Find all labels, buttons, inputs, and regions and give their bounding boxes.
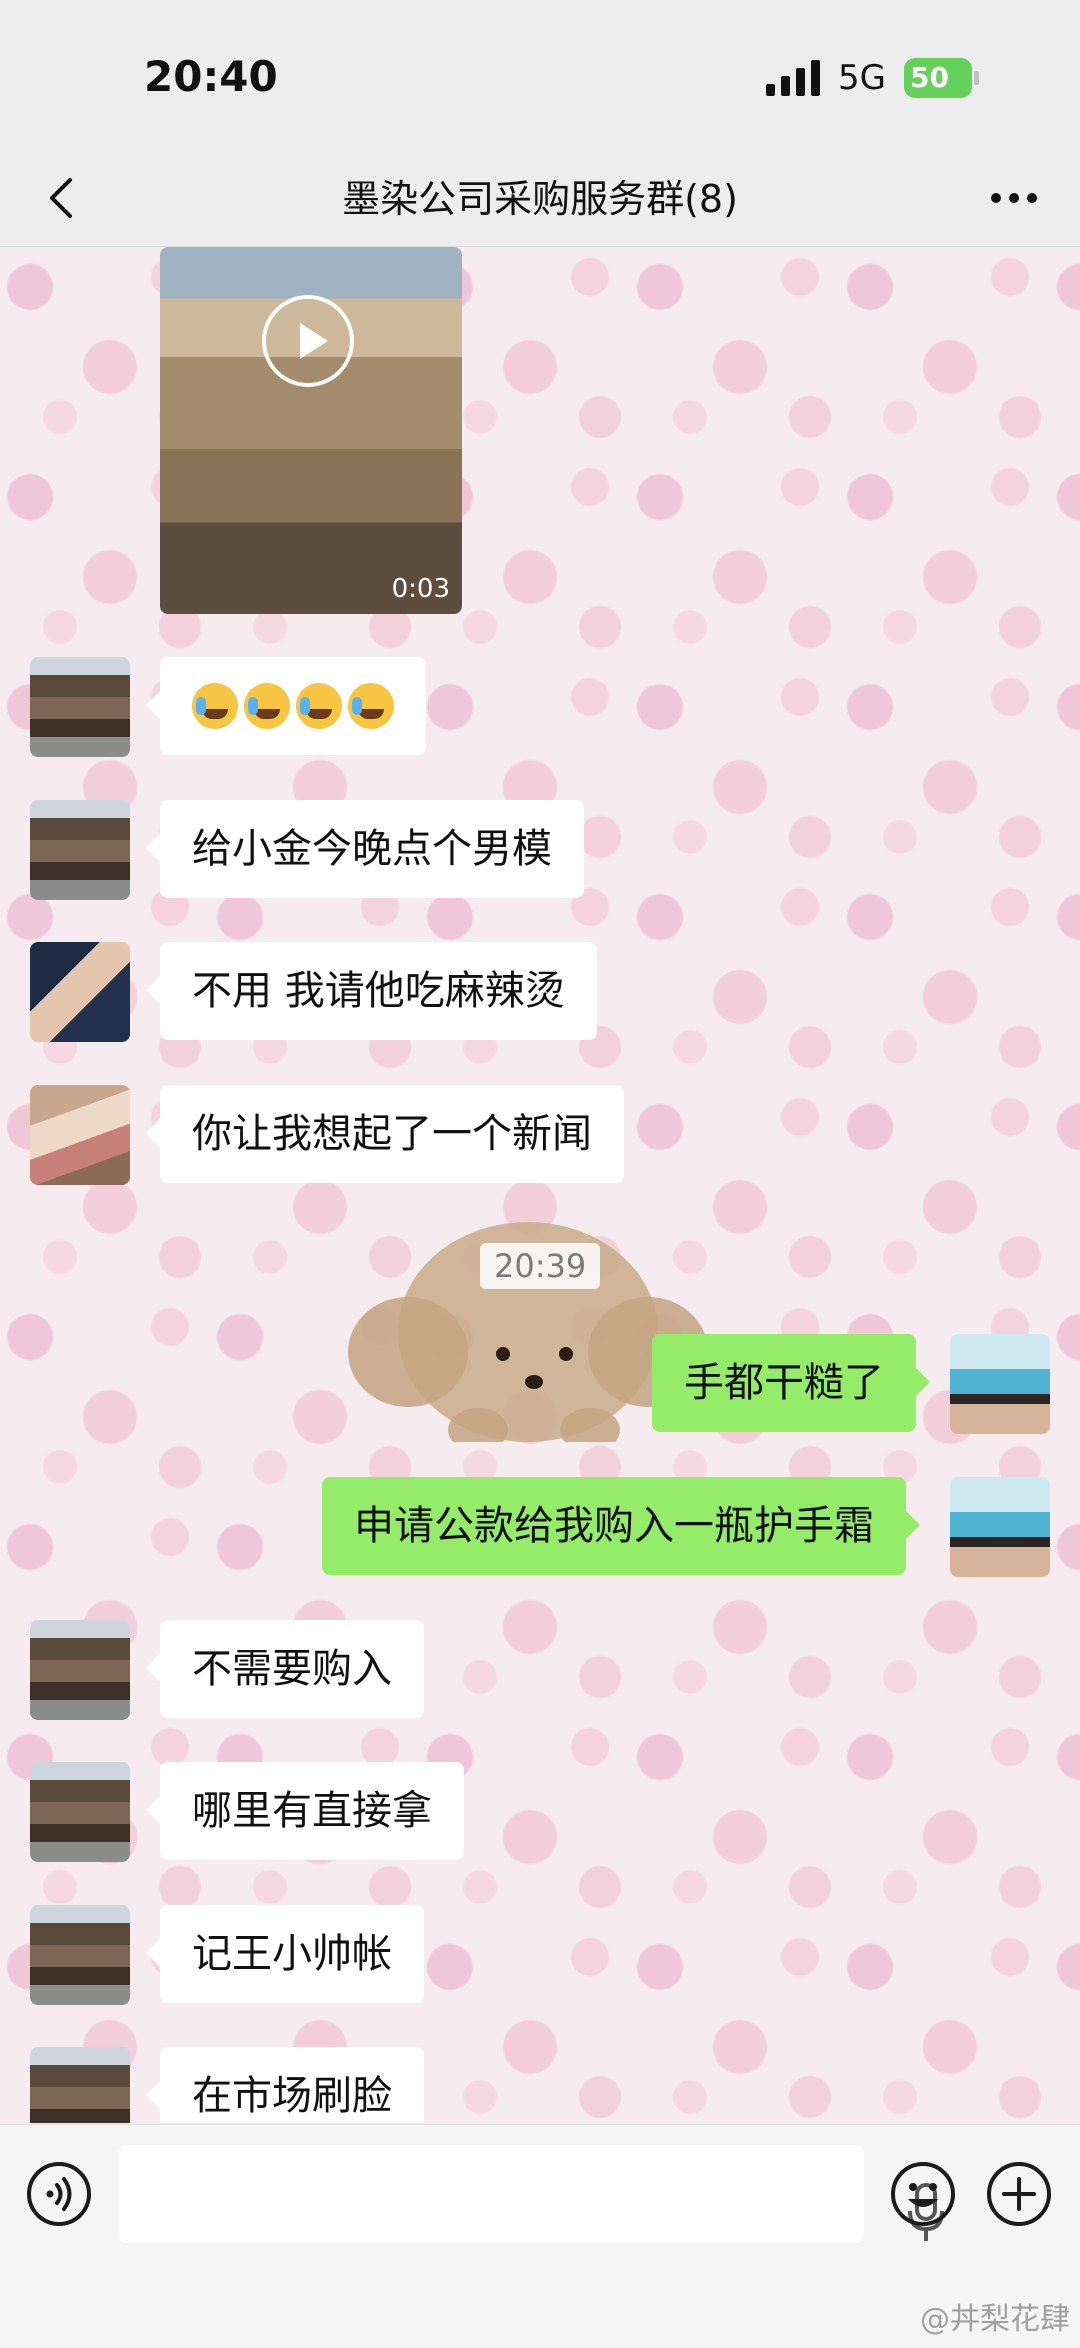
- voice-icon[interactable]: [26, 2161, 92, 2227]
- battery-cap: [974, 71, 979, 85]
- avatar[interactable]: [30, 1762, 130, 1862]
- message-bubble[interactable]: 不需要购入: [146, 1620, 424, 1718]
- emoji-face-icon[interactable]: [890, 2161, 956, 2227]
- message-input[interactable]: [118, 2145, 944, 2243]
- avatar[interactable]: [30, 942, 130, 1042]
- message-bubble[interactable]: 你让我想起了一个新闻: [146, 1085, 624, 1183]
- avatar-self[interactable]: [950, 1334, 1050, 1434]
- avatar[interactable]: [30, 1620, 130, 1720]
- chat-title: 墨染公司采购服务群(8): [342, 177, 738, 221]
- status-time: 20:40: [144, 52, 278, 101]
- message-bubble[interactable]: 哪里有直接拿: [146, 1762, 464, 1860]
- message-bubble-self[interactable]: 手都干糙了: [652, 1334, 930, 1432]
- plus-icon[interactable]: [986, 2161, 1052, 2227]
- message-timestamp: 20:39: [480, 1243, 601, 1289]
- avatar[interactable]: [30, 800, 130, 900]
- nav-bar: 墨染公司采购服务群(8): [0, 150, 1080, 247]
- more-dots-icon[interactable]: [986, 170, 1042, 226]
- battery-icon: 50: [904, 58, 980, 98]
- message-bubble-self[interactable]: 申请公款给我购入一瓶护手霜: [322, 1477, 920, 1575]
- play-icon[interactable]: [262, 295, 354, 387]
- crying-face-icon: [244, 683, 290, 729]
- avatar[interactable]: [30, 1905, 130, 2005]
- chat-area[interactable]: 0:03 给小金今晚点个男模 不用 我请他吃麻辣烫 你让我想起了一个新闻 20:…: [0, 247, 1080, 2123]
- message-bubble[interactable]: 不用 我请他吃麻辣烫: [146, 942, 597, 1040]
- battery-level: 50: [904, 58, 972, 98]
- crying-emoji-row: [192, 657, 394, 755]
- crying-face-icon: [296, 683, 342, 729]
- network-type: 5G: [838, 58, 886, 98]
- video-duration: 0:03: [391, 574, 450, 604]
- avatar-self[interactable]: [950, 1477, 1050, 1577]
- message-bubble[interactable]: 记王小帅帐: [146, 1905, 424, 2003]
- message-bubble[interactable]: [146, 657, 426, 755]
- avatar[interactable]: [30, 2047, 130, 2123]
- crying-face-icon: [348, 683, 394, 729]
- crying-face-icon: [192, 683, 238, 729]
- message-bubble[interactable]: 给小金今晚点个男模: [146, 800, 584, 898]
- video-message[interactable]: 0:03: [160, 247, 462, 614]
- watermark: @丼梨花肆: [920, 2302, 1070, 2337]
- input-bar: @丼梨花肆: [0, 2124, 1080, 2348]
- avatar[interactable]: [30, 657, 130, 757]
- avatar[interactable]: [30, 1085, 130, 1185]
- message-bubble[interactable]: 在市场刷脸: [146, 2047, 424, 2123]
- signal-icon: [766, 60, 820, 96]
- status-bar: 20:40 5G 50: [0, 0, 1080, 150]
